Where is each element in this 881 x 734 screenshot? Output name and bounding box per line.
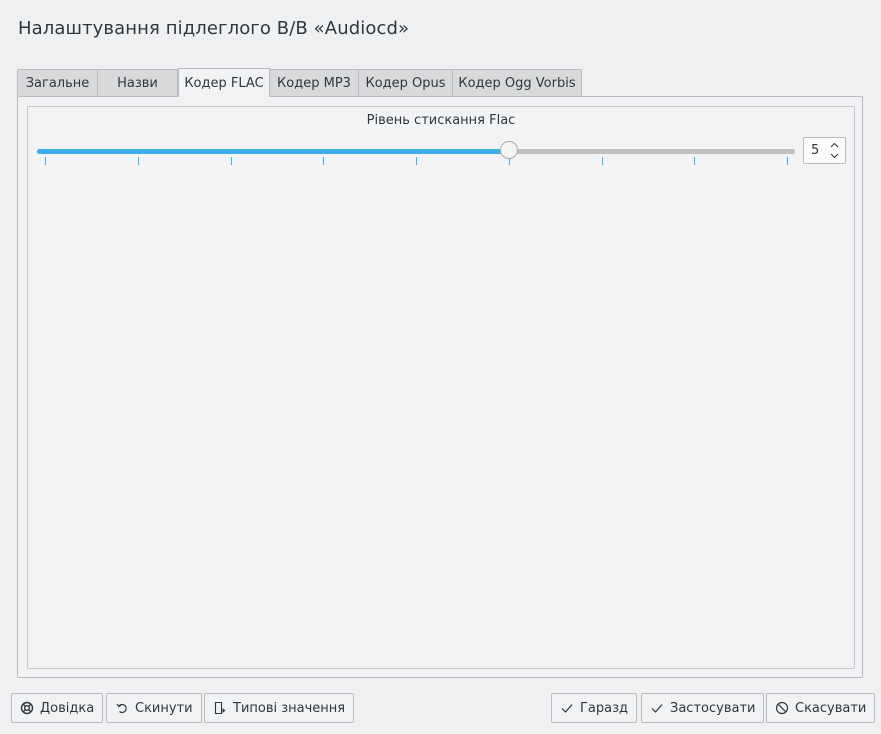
compression-level-label: Рівень стискання Flac xyxy=(366,113,516,128)
cancel-button-label: Скасувати xyxy=(795,700,867,716)
slider-tick xyxy=(416,157,417,165)
slider-tick xyxy=(137,157,139,165)
slider-tick xyxy=(694,157,696,165)
tab-bar: Загальне Назви Кодер FLAC Кодер MP3 Коде… xyxy=(17,68,582,97)
undo-arrow-icon xyxy=(116,703,127,714)
tab-panel-flac: Рівень стискання Flac 5 xyxy=(17,96,863,678)
compression-level-slider[interactable] xyxy=(37,139,795,169)
defaults-button-label: Типові значення xyxy=(233,700,346,716)
document-defaults-icon xyxy=(214,701,226,715)
help-button[interactable]: Довідка xyxy=(11,693,104,723)
spinbox-value: 5 xyxy=(811,143,820,158)
reset-button-label: Скинути xyxy=(135,700,193,716)
checkmark-icon xyxy=(651,704,663,713)
slider-tick xyxy=(601,157,603,165)
slider-fill xyxy=(37,149,509,154)
defaults-button[interactable]: Типові значення xyxy=(204,693,355,723)
tab-flac-encoder[interactable]: Кодер FLAC xyxy=(178,68,270,97)
tab-mp3-encoder[interactable]: Кодер MP3 xyxy=(270,69,359,96)
apply-button[interactable]: Застосувати xyxy=(641,693,765,723)
tab-names[interactable]: Назви xyxy=(98,69,178,96)
slider-tick xyxy=(323,157,325,165)
reset-button[interactable]: Скинути xyxy=(106,693,202,723)
cancel-button[interactable]: Скасувати xyxy=(766,693,876,723)
slider-tick xyxy=(230,157,232,165)
tab-ogg-vorbis-encoder[interactable]: Кодер Ogg Vorbis xyxy=(453,69,582,96)
cancel-circle-icon xyxy=(775,701,789,715)
slider-tick xyxy=(787,157,788,165)
help-button-label: Довідка xyxy=(40,700,95,716)
ok-button[interactable]: Гаразд xyxy=(551,693,638,723)
checkmark-icon xyxy=(561,704,573,713)
dialog-title: Налаштування підлеглого В/В «Audiocd» xyxy=(18,18,410,39)
chevron-up-icon[interactable] xyxy=(830,141,839,150)
compression-group: Рівень стискання Flac 5 xyxy=(27,106,855,669)
tab-opus-encoder[interactable]: Кодер Opus xyxy=(359,69,453,96)
tab-general[interactable]: Загальне xyxy=(17,69,98,96)
help-lifebuoy-icon xyxy=(20,701,34,715)
compression-level-spinbox[interactable]: 5 xyxy=(803,137,846,164)
slider-tick xyxy=(45,157,46,165)
slider-handle[interactable] xyxy=(499,141,518,159)
apply-button-label: Застосувати xyxy=(670,700,756,716)
ok-button-label: Гаразд xyxy=(580,700,629,716)
chevron-down-icon[interactable] xyxy=(830,151,839,160)
